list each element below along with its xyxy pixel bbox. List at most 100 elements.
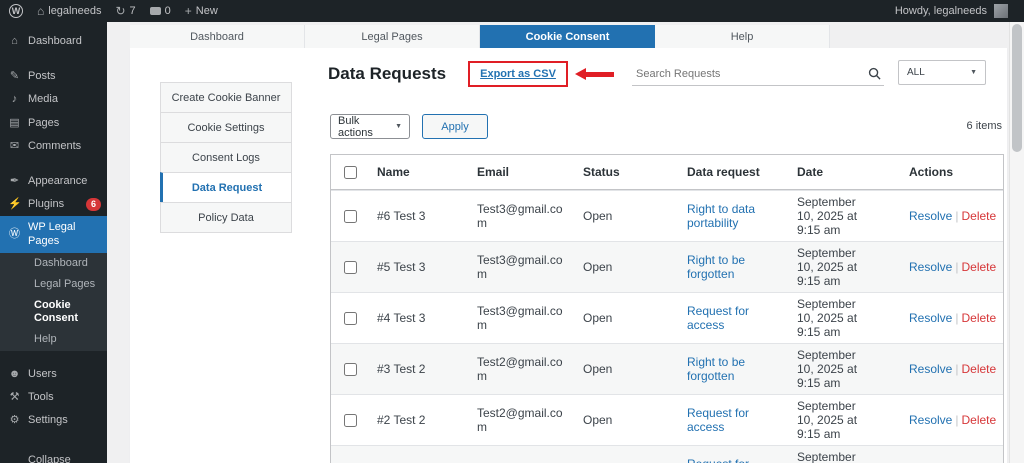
sidebar-item[interactable]: Cookie Consent [0,295,107,329]
row-actions: Resolve|Delete [881,407,1003,433]
update-count-badge: 6 [86,198,101,211]
resolve-link[interactable]: Resolve [909,209,952,223]
delete-link[interactable]: Delete [961,413,996,427]
cookie-nav-button[interactable]: Cookie Settings [160,112,292,143]
select-all-checkbox[interactable] [344,166,357,179]
table-row: #2 Test 2 Test2@gmail.com Open Request f… [331,394,1003,445]
cookie-nav-button[interactable]: Policy Data [160,202,292,233]
plugins-icon: ⚡ [8,198,21,211]
data-request-link[interactable]: Request for access [687,304,749,332]
howdy-account-link[interactable]: Howdy, legalneeds [895,5,987,17]
resolve-link[interactable]: Resolve [909,311,952,325]
row-checkbox[interactable] [344,261,357,274]
apply-button[interactable]: Apply [422,114,488,139]
row-checkbox[interactable] [344,414,357,427]
admin-sidebar: ⌂ Dashboard ✎ Posts ♪ Media ▤ Pages ✉ Co… [0,22,107,463]
delete-link[interactable]: Delete [961,362,996,376]
sidebar-item-label: WP Legal Pages [28,221,101,247]
search-box [632,62,884,86]
new-content-button[interactable]: + New [185,5,218,17]
sidebar-item[interactable]: ☻ Users [0,363,107,386]
sidebar-item[interactable]: ⌂ Dashboard [0,30,107,53]
tab-label: Legal Pages [361,31,422,43]
sidebar-item[interactable]: ♪ Media [0,88,107,111]
annotation-arrow [575,68,614,80]
bulk-actions-dropdown[interactable]: Bulk actions ▼ [330,114,410,139]
admin-bar: W ⌂ legalneeds ↻ 7 0 + New Howdy, legaln… [0,0,1024,22]
sidebar-item-label: Plugins [28,198,79,211]
sidebar-item-label: Appearance [28,175,101,188]
cookie-nav-button[interactable]: Data Request [160,172,292,203]
data-request-link[interactable]: Right to be forgotten [687,253,745,281]
table-header-row: Name Email Status Data request Date Acti… [331,155,1003,190]
comment-bubble-icon [150,7,161,15]
sidebar-item[interactable]: Help [0,329,107,350]
collapse-menu-button[interactable]: ◀ Collapse Menu [0,448,107,463]
action-separator: | [955,209,958,223]
export-csv-link[interactable]: Export as CSV [480,68,556,80]
resolve-link[interactable]: Resolve [909,413,952,427]
sidebar-item-label: Cookie Consent [34,299,101,325]
sidebar-item[interactable]: ✒ Appearance [0,170,107,193]
row-actions: Resolve|Delete [881,458,1003,463]
comments-count: 0 [165,5,171,17]
table-row: #4 Test 3 Test3@gmail.com Open Request f… [331,292,1003,343]
request-email: Test3@gmail.com [469,300,575,336]
arrow-shaft [586,72,614,77]
resolve-link[interactable]: Resolve [909,260,952,274]
cookie-nav-button[interactable]: Create Cookie Banner [160,82,292,113]
sidebar-item[interactable]: ⚙ Settings [0,409,107,432]
search-icon[interactable] [864,67,884,80]
row-actions: Resolve|Delete [881,356,1003,382]
tab[interactable]: Cookie Consent [480,25,655,48]
cookie-nav-button[interactable]: Consent Logs [160,142,292,173]
dashboard-icon: ⌂ [8,35,21,48]
search-input[interactable] [632,68,864,80]
row-checkbox[interactable] [344,210,357,223]
header-date: Date [789,161,881,183]
data-request-link[interactable]: Right to data portability [687,202,755,230]
sidebar-item[interactable]: ⚡ Plugins 6 [0,193,107,216]
tab[interactable]: Dashboard [130,25,305,48]
tab[interactable]: Help [655,25,830,48]
sidebar-item[interactable]: ▤ Pages [0,112,107,135]
cookie-nav-label: Create Cookie Banner [172,92,281,104]
avatar[interactable] [994,4,1008,18]
sidebar-item[interactable]: ⚒ Tools [0,386,107,409]
wordpress-logo-menu[interactable]: W [9,4,23,18]
filter-dropdown[interactable]: ALL ▼ [898,60,986,85]
main-area: Dashboard Legal Pages Cookie Consent Hel… [107,22,1024,463]
row-actions: Resolve|Delete [881,203,1003,229]
row-checkbox[interactable] [344,312,357,325]
sidebar-item-label: Help [34,333,101,346]
sidebar-item[interactable]: ✎ Posts [0,65,107,88]
comments-indicator[interactable]: 0 [150,5,171,17]
cookie-nav-label: Data Request [192,182,262,194]
request-status: Open [575,358,679,380]
row-checkbox[interactable] [344,363,357,376]
sidebar-item[interactable]: ✉ Comments [0,135,107,158]
updates-indicator[interactable]: ↻ 7 [115,5,135,17]
request-email: Test2@gmail.com [469,351,575,387]
request-email: Test3@gmail.com [469,198,575,234]
delete-link[interactable]: Delete [961,260,996,274]
delete-link[interactable]: Delete [961,209,996,223]
action-separator: | [955,413,958,427]
items-count: 6 items [967,120,1002,132]
resolve-link[interactable]: Resolve [909,362,952,376]
scrollbar-thumb[interactable] [1012,24,1022,152]
request-date: September 10, 2025 at 9:15 am [789,395,881,445]
row-actions: Resolve|Delete [881,305,1003,331]
site-name-link[interactable]: ⌂ legalneeds [37,5,101,17]
delete-link[interactable]: Delete [961,311,996,325]
sidebar-menu: ⌂ Dashboard ✎ Posts ♪ Media ▤ Pages ✉ Co… [0,30,107,432]
site-name-label: legalneeds [48,5,101,17]
sidebar-item[interactable]: Dashboard [0,253,107,274]
data-request-link[interactable]: Right to be forgotten [687,355,745,383]
tab[interactable]: Legal Pages [305,25,480,48]
sidebar-item[interactable]: Legal Pages [0,274,107,295]
data-request-link[interactable]: Request for access [687,457,749,463]
data-request-link[interactable]: Request for access [687,406,749,434]
sidebar-item[interactable]: Ⓦ WP Legal Pages [0,216,107,252]
action-separator: | [955,311,958,325]
